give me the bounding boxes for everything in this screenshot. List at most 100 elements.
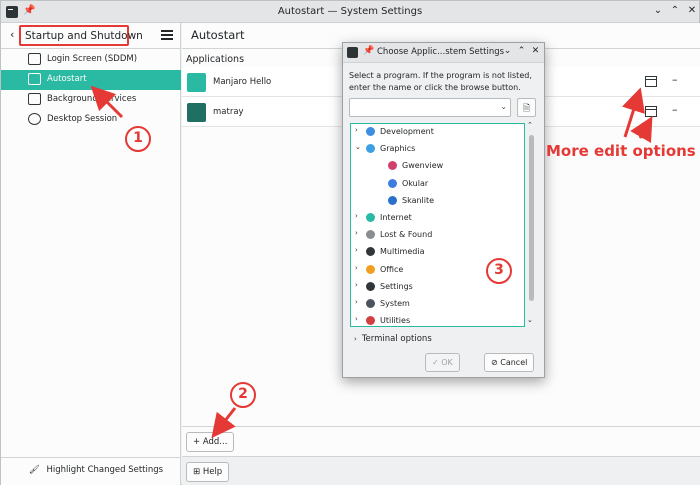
- chevron-right-icon[interactable]: ›: [355, 126, 358, 134]
- dialog-title-bar: 📌 Choose Applic...stem Settings ⌄ ⌃ ✕: [343, 43, 544, 63]
- tree-item[interactable]: Skanlite: [351, 193, 524, 210]
- tree-item[interactable]: › System: [351, 296, 524, 313]
- scroll-up-icon[interactable]: ⌃: [527, 121, 533, 129]
- tree-item-label: Skanlite: [402, 195, 435, 205]
- category-icon: [366, 144, 375, 154]
- plus-icon: +: [193, 437, 203, 447]
- category-icon: [388, 161, 397, 171]
- sidebar-item-desktop-session[interactable]: Desktop Session: [1, 110, 181, 130]
- tree-item-label: Development: [380, 127, 434, 136]
- tree-item[interactable]: ⌄ Graphics: [351, 141, 524, 158]
- chevron-right-icon[interactable]: ›: [355, 212, 358, 220]
- remove-icon[interactable]: –: [672, 73, 678, 86]
- tree-item-label: Internet: [380, 212, 412, 222]
- tree-item-label: System: [380, 298, 410, 308]
- sidebar: ‹ Startup and Shutdown Login Screen (SDD…: [1, 23, 181, 485]
- tree-item[interactable]: › Utilities: [351, 313, 524, 326]
- app-name: Manjaro Hello: [213, 77, 272, 87]
- add-button[interactable]: + Add...: [186, 432, 235, 452]
- help-bar: ⊞ Help: [182, 456, 700, 485]
- pin-icon[interactable]: 📌: [363, 46, 374, 56]
- sidebar-item-label: Autostart: [47, 74, 87, 84]
- sidebar-footer: 🖌 Highlight Changed Settings: [1, 457, 181, 485]
- category-icon: [388, 195, 397, 205]
- highlight-changed-settings-button[interactable]: 🖌 Highlight Changed Settings: [29, 465, 163, 475]
- highlight-changed-label: Highlight Changed Settings: [46, 465, 164, 475]
- sidebar-title: Startup and Shutdown: [19, 25, 143, 46]
- tree-item-label: Utilities: [380, 316, 411, 326]
- cancel-icon: ⊘: [491, 358, 501, 367]
- autostart-icon: [28, 73, 41, 85]
- back-chevron-icon[interactable]: ‹: [10, 28, 14, 41]
- category-icon: [388, 178, 397, 188]
- category-icon: [366, 212, 375, 222]
- help-icon: ⊞: [193, 467, 203, 477]
- category-icon: [366, 316, 375, 326]
- services-icon: [28, 93, 41, 105]
- program-combo[interactable]: ⌄: [349, 98, 511, 117]
- scroll-thumb[interactable]: [529, 135, 534, 301]
- tree-item[interactable]: Gwenview: [351, 158, 524, 175]
- chevron-right-icon[interactable]: ›: [355, 281, 358, 289]
- sidebar-item-background-services[interactable]: Background Services: [1, 90, 181, 110]
- sidebar-header: ‹ Startup and Shutdown: [1, 23, 181, 49]
- help-button[interactable]: ⊞ Help: [186, 462, 230, 482]
- window-title: Autostart — System Settings: [277, 6, 423, 17]
- category-icon: [366, 230, 375, 240]
- chevron-right-icon[interactable]: ›: [355, 246, 358, 254]
- add-bar: + Add...: [182, 426, 700, 456]
- tree-item[interactable]: › Lost & Found: [351, 227, 524, 244]
- category-icon: [366, 247, 375, 257]
- title-bar: 📌 Autostart — System Settings ⌄ ⌃ ✕: [1, 1, 699, 23]
- chevron-down-icon[interactable]: ⌄: [355, 143, 361, 151]
- chevron-right-icon[interactable]: ›: [355, 315, 358, 323]
- tree-item[interactable]: › Development: [351, 124, 524, 141]
- ok-button[interactable]: ✓ OK: [425, 353, 460, 372]
- sidebar-item-autostart[interactable]: Autostart: [1, 70, 181, 90]
- tree-item-label: Graphics: [380, 144, 416, 154]
- cancel-label: Cancel: [500, 358, 528, 367]
- tree-scrollbar[interactable]: ⌃ ⌄: [527, 121, 536, 327]
- program-input[interactable]: [353, 99, 493, 115]
- sidebar-item-label: Login Screen (SDDM): [47, 54, 138, 64]
- login-screen-icon: [28, 53, 41, 65]
- chevron-right-icon[interactable]: ›: [355, 229, 358, 237]
- terminal-options-toggle[interactable]: › Terminal options: [354, 334, 432, 344]
- chevron-right-icon: ›: [354, 335, 357, 343]
- step-3-badge: 3: [486, 258, 512, 284]
- scroll-down-icon[interactable]: ⌄: [527, 316, 533, 324]
- browse-icon: 🗎: [522, 104, 531, 114]
- maximize-button[interactable]: ⌃: [668, 5, 682, 16]
- category-icon: [366, 281, 375, 291]
- chevron-right-icon[interactable]: ›: [355, 298, 358, 306]
- tree-item-label: Gwenview: [402, 161, 444, 171]
- application-tree[interactable]: › Development ⌄ Graphics Gwenview Okular Skanl…: [350, 123, 525, 327]
- step-2-badge: 2: [230, 382, 256, 408]
- maximize-button[interactable]: ⌃: [516, 46, 527, 56]
- minimize-button[interactable]: ⌄: [651, 5, 665, 16]
- chevron-down-icon[interactable]: ⌄: [500, 102, 507, 111]
- category-icon: [366, 127, 375, 136]
- app-name: matray: [213, 107, 244, 117]
- properties-icon[interactable]: [645, 106, 657, 117]
- tree-item-label: Office: [380, 264, 404, 274]
- dialog-title: Choose Applic...stem Settings: [377, 47, 505, 57]
- minimize-button[interactable]: ⌄: [502, 46, 513, 56]
- tree-item[interactable]: Okular: [351, 176, 524, 193]
- sidebar-item-label: Background Services: [47, 94, 137, 104]
- sidebar-item-login-screen[interactable]: Login Screen (SDDM): [1, 50, 181, 70]
- cancel-button[interactable]: ⊘ Cancel: [484, 353, 535, 372]
- chevron-right-icon[interactable]: ›: [355, 264, 358, 272]
- more-edit-options-annotation: More edit options: [546, 142, 696, 160]
- check-icon: ✓: [432, 358, 442, 367]
- remove-icon[interactable]: –: [672, 103, 678, 116]
- properties-icon[interactable]: [645, 76, 657, 87]
- sidebar-item-label: Desktop Session: [47, 114, 118, 124]
- category-icon: [366, 264, 375, 274]
- matray-icon: [187, 103, 206, 122]
- hamburger-menu-icon[interactable]: [161, 30, 173, 40]
- close-button[interactable]: ✕: [685, 5, 699, 16]
- browse-button[interactable]: 🗎: [517, 98, 536, 117]
- tree-item[interactable]: › Internet: [351, 210, 524, 227]
- close-button[interactable]: ✕: [530, 46, 541, 56]
